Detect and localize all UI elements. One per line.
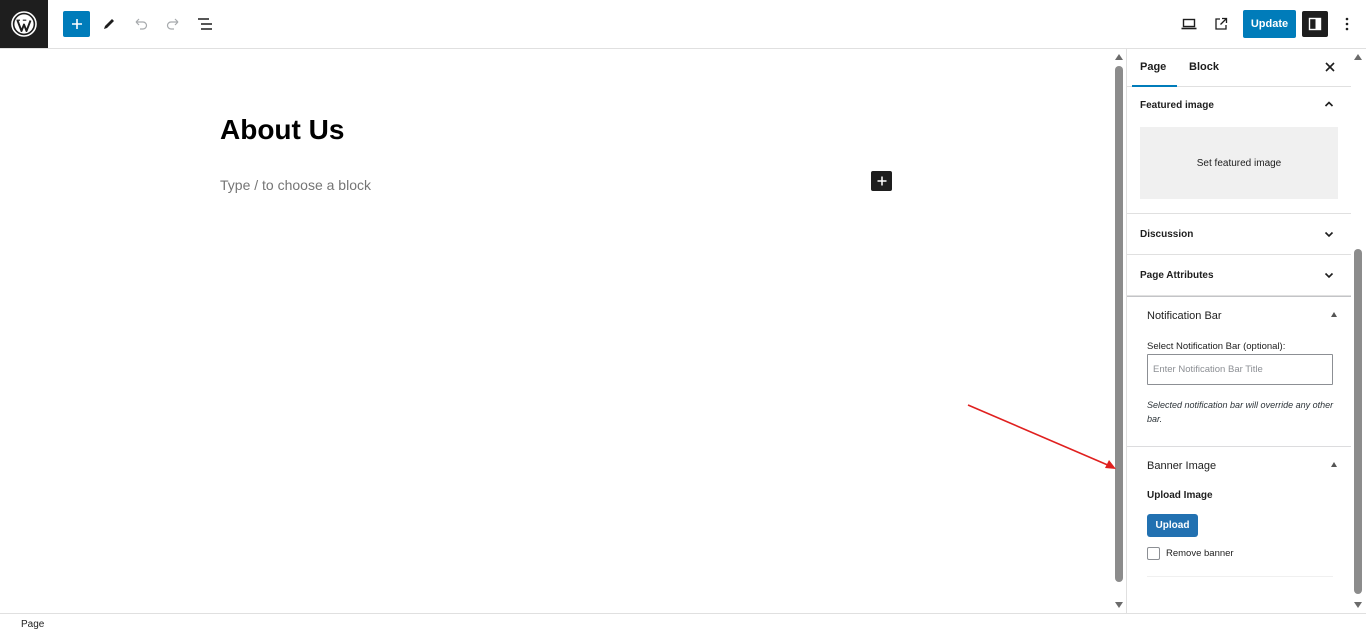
- document-overview-button[interactable]: [191, 10, 219, 38]
- editor-footer: Page: [0, 613, 1366, 633]
- editor-header: Update: [0, 0, 1366, 49]
- notification-bar-label: Select Notification Bar (optional):: [1147, 341, 1286, 352]
- remove-banner-label[interactable]: Remove banner: [1166, 548, 1234, 559]
- tab-block[interactable]: Block: [1189, 61, 1219, 73]
- sidebar-scrollbar[interactable]: [1351, 49, 1366, 613]
- banner-image-metabox: Banner Image Upload Image Upload Remove …: [1127, 447, 1351, 579]
- divider: [1147, 576, 1333, 577]
- scroll-up-icon[interactable]: [1354, 54, 1362, 60]
- sidebar-tabs: Page Block: [1127, 49, 1351, 87]
- chevron-down-icon: [1324, 231, 1334, 238]
- annotation-arrow-icon: [967, 404, 1116, 469]
- scroll-down-icon[interactable]: [1354, 602, 1362, 608]
- plus-icon: [71, 19, 82, 29]
- desktop-icon: [1181, 18, 1197, 30]
- upload-image-label: Upload Image: [1147, 490, 1213, 501]
- undo-button[interactable]: [127, 10, 155, 38]
- page-title[interactable]: About Us: [220, 114, 344, 146]
- preview-button[interactable]: [1175, 10, 1203, 38]
- chevron-down-icon: [1324, 272, 1334, 279]
- remove-banner-checkbox[interactable]: [1147, 547, 1160, 560]
- tools-button[interactable]: [95, 10, 123, 38]
- notification-bar-input[interactable]: Enter Notification Bar Title: [1147, 354, 1333, 385]
- settings-button[interactable]: [1302, 11, 1328, 37]
- collapse-triangle-icon[interactable]: [1331, 462, 1337, 467]
- plus-icon: [877, 176, 886, 186]
- sidebar-icon: [1308, 17, 1322, 31]
- block-placeholder[interactable]: Type / to choose a block: [220, 177, 371, 193]
- scrollbar-thumb[interactable]: [1115, 66, 1123, 582]
- scrollbar-thumb[interactable]: [1354, 249, 1362, 594]
- editor-canvas: About Us Type / to choose a block: [0, 49, 1112, 613]
- chevron-up-icon[interactable]: [1324, 99, 1334, 109]
- banner-image-title[interactable]: Banner Image: [1147, 460, 1216, 472]
- scroll-up-icon[interactable]: [1115, 54, 1123, 60]
- pencil-icon: [104, 19, 114, 29]
- tab-page[interactable]: Page: [1140, 61, 1166, 73]
- redo-button[interactable]: [159, 10, 187, 38]
- undo-icon: [135, 18, 148, 30]
- external-link-icon: [1215, 17, 1228, 30]
- redo-icon: [166, 18, 179, 30]
- discussion-panel[interactable]: Discussion: [1127, 214, 1351, 255]
- page-attributes-panel[interactable]: Page Attributes: [1127, 255, 1351, 296]
- list-view-icon: [198, 18, 212, 30]
- wordpress-logo-icon[interactable]: [0, 0, 48, 48]
- featured-image-title[interactable]: Featured image: [1140, 100, 1214, 111]
- collapse-triangle-icon[interactable]: [1331, 312, 1337, 317]
- update-button[interactable]: Update: [1243, 10, 1296, 38]
- scroll-down-icon[interactable]: [1115, 602, 1123, 608]
- add-block-button[interactable]: [63, 11, 90, 37]
- upload-button[interactable]: Upload: [1147, 514, 1198, 537]
- notification-bar-title[interactable]: Notification Bar: [1147, 310, 1222, 322]
- notification-bar-help: Selected notification bar will override …: [1147, 400, 1334, 424]
- editor-scrollbar[interactable]: [1112, 49, 1126, 613]
- page-attributes-title: Page Attributes: [1140, 270, 1214, 281]
- view-page-button[interactable]: [1207, 10, 1235, 38]
- discussion-title: Discussion: [1140, 229, 1194, 240]
- options-button[interactable]: [1333, 10, 1361, 38]
- close-icon[interactable]: [1322, 59, 1338, 75]
- inline-add-block-button[interactable]: [871, 171, 892, 191]
- remove-banner-row: Remove banner: [1147, 547, 1234, 560]
- set-featured-image-button[interactable]: Set featured image: [1140, 127, 1338, 199]
- more-vertical-icon: [1345, 17, 1349, 31]
- notification-bar-metabox: Notification Bar Select Notification Bar…: [1127, 296, 1351, 447]
- settings-sidebar: Page Block Featured image Set featured i…: [1126, 49, 1351, 613]
- featured-image-panel: Featured image Set featured image: [1127, 87, 1351, 214]
- breadcrumb[interactable]: Page: [21, 619, 44, 630]
